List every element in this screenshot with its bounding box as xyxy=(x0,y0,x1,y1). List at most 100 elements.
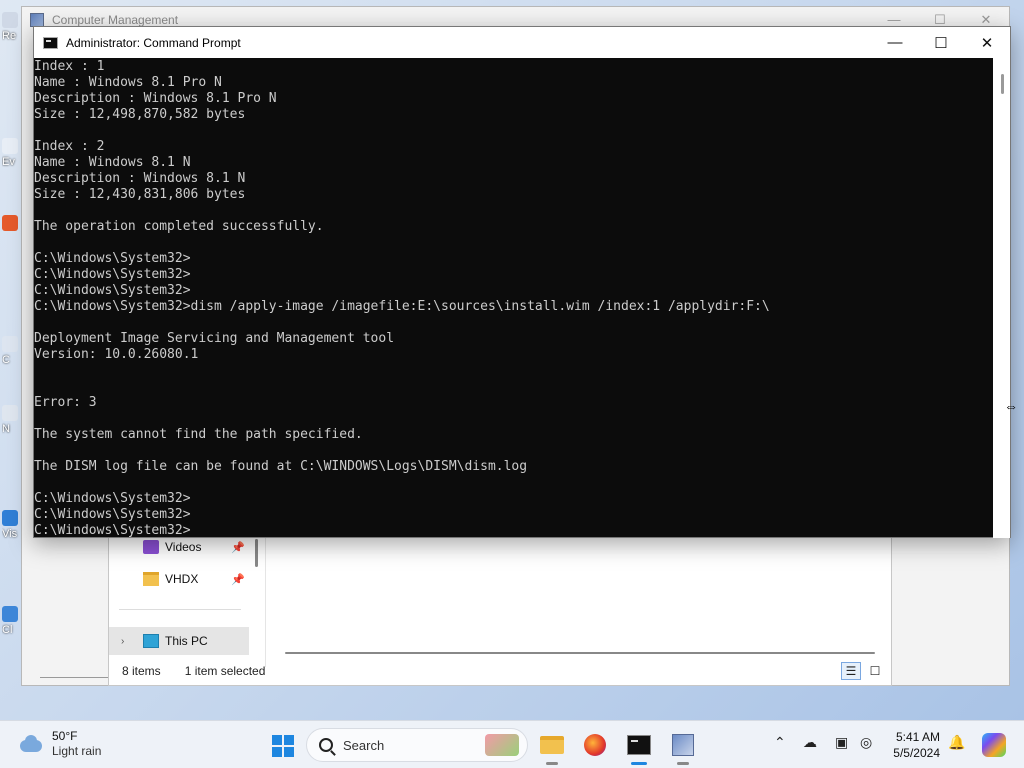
desktop-icon-event[interactable]: Ev xyxy=(2,138,22,168)
computer-icon xyxy=(143,634,159,648)
console-line: C:\Windows\System32> xyxy=(34,267,191,282)
desktop-icon-label: Vis xyxy=(2,528,18,540)
desktop-icon-label: N xyxy=(2,423,10,435)
start-button[interactable] xyxy=(272,735,294,757)
nav-item-label: This PC xyxy=(165,634,208,648)
console-line: Error: 3 xyxy=(34,395,97,410)
console-line: Index : 1 xyxy=(34,59,105,74)
console-line: The DISM log file can be found at C:\WIN… xyxy=(34,459,528,474)
console-line: The operation completed successfully. xyxy=(34,219,324,234)
search-highlight-icon xyxy=(485,734,519,756)
desktop-icon-label: Ev xyxy=(2,156,15,168)
console-line: C:\Windows\System32>dism /apply-image /i… xyxy=(34,299,770,314)
navigation-pane: Videos 📌 VHDX 📌 › This PC xyxy=(109,537,258,667)
nav-item-label: VHDX xyxy=(165,572,199,586)
pin-icon[interactable]: 📌 xyxy=(231,573,245,586)
nav-item-vhdx[interactable]: VHDX 📌 xyxy=(109,565,249,593)
date: 5/5/2024 xyxy=(893,746,940,760)
weather-condition: Light rain xyxy=(52,744,102,758)
taskbar-file-explorer[interactable] xyxy=(538,731,566,765)
onedrive-offline-icon[interactable]: ☁ xyxy=(803,734,817,751)
chevron-up-icon[interactable]: ⌃ xyxy=(774,734,786,751)
search-box[interactable]: Search xyxy=(306,728,528,762)
maximize-button[interactable]: ☐ xyxy=(918,27,964,58)
command-prompt-icon xyxy=(627,735,651,755)
console-line: Name : Windows 8.1 N xyxy=(34,155,191,170)
taskbar: 50°F Light rain Search ⌃ ☁ ▣ ◎ 5:41 AM 5… xyxy=(0,720,1024,768)
command-prompt-icon xyxy=(43,36,58,49)
console-output[interactable]: Index : 1 Name : Windows 8.1 Pro N Descrip… xyxy=(34,58,994,538)
console-line: C:\Windows\System32> xyxy=(34,251,191,266)
weather-temperature: 50°F xyxy=(52,729,78,743)
weather-widget[interactable]: 50°F Light rain xyxy=(18,729,101,759)
console-line: Version: 10.0.26080.1 xyxy=(34,347,199,362)
file-explorer-icon xyxy=(540,736,564,754)
videos-folder-icon xyxy=(143,540,159,554)
details-view-icon[interactable]: ☰ xyxy=(841,662,861,680)
volume-muted-icon[interactable]: ◎ xyxy=(860,734,872,751)
scrollbar-thumb[interactable] xyxy=(1001,74,1004,94)
window-title: Administrator: Command Prompt xyxy=(66,35,241,50)
taskbar-command-prompt[interactable] xyxy=(625,731,653,765)
chevron-right-icon[interactable]: › xyxy=(121,636,124,647)
nav-item-this-pc[interactable]: › This PC xyxy=(109,627,249,655)
item-count: 8 items xyxy=(122,664,161,678)
search-placeholder: Search xyxy=(343,737,385,753)
desktop-icon-c[interactable]: C xyxy=(2,336,22,366)
pane-divider[interactable] xyxy=(265,537,266,667)
desktop-icon-label: Re xyxy=(2,30,17,42)
desktop-icon-recycle-bin[interactable]: Re xyxy=(2,12,22,42)
desktop-icon-label: Cl xyxy=(2,624,13,636)
console-line: Description : Windows 8.1 N xyxy=(34,171,246,186)
console-line: Size : 12,498,870,582 bytes xyxy=(34,107,246,122)
time: 5:41 AM xyxy=(895,730,940,744)
tiles-view-icon[interactable]: ☐ xyxy=(865,662,885,680)
desktop-icon-cl[interactable]: Cl xyxy=(2,606,22,636)
vertical-scrollbar[interactable] xyxy=(993,58,1010,538)
status-bar: 8 items 1 item selected ☰ ☐ xyxy=(109,657,891,685)
nav-item-label: Videos xyxy=(165,540,202,554)
horizontal-scrollbar[interactable] xyxy=(285,652,875,654)
desktop-icon-n[interactable]: N xyxy=(2,405,22,435)
console-line: Name : Windows 8.1 Pro N xyxy=(34,75,222,90)
taskbar-firefox[interactable] xyxy=(581,731,609,759)
clock[interactable]: 5:41 AM 5/5/2024 xyxy=(880,729,940,761)
selection-count: 1 item selected xyxy=(184,664,266,678)
nav-separator xyxy=(119,609,241,610)
desktop-icon-label: C xyxy=(2,354,10,366)
nav-scrollbar[interactable] xyxy=(255,539,258,567)
console-line: The system cannot find the path specifie… xyxy=(34,427,363,442)
desktop-icon-visual[interactable]: Vis xyxy=(2,510,22,540)
file-explorer-window: Videos 📌 VHDX 📌 › This PC 8 items 1 item… xyxy=(108,536,892,686)
minimize-button[interactable]: — xyxy=(872,27,918,58)
desktop-icon-app[interactable] xyxy=(2,215,22,233)
network-icon[interactable]: ▣ xyxy=(835,734,848,751)
console-line: C:\Windows\System32> xyxy=(34,507,191,522)
console-line: C:\Windows\System32> xyxy=(34,283,191,298)
computer-management-icon xyxy=(30,13,44,27)
taskbar-computer-management[interactable] xyxy=(669,731,697,765)
scrollbar[interactable] xyxy=(40,677,110,678)
folder-icon xyxy=(143,572,159,586)
console-line: Size : 12,430,831,806 bytes xyxy=(34,187,246,202)
copilot-icon[interactable] xyxy=(982,733,1006,757)
close-button[interactable]: ✕ xyxy=(964,27,1010,58)
computer-management-icon xyxy=(672,734,694,756)
cloud-rain-icon xyxy=(18,734,44,754)
search-icon xyxy=(319,738,333,752)
console-line: C:\Windows\System32> xyxy=(34,491,191,506)
command-prompt-titlebar[interactable]: Administrator: Command Prompt — ☐ ✕ xyxy=(34,27,1010,58)
computer-management-title: Computer Management xyxy=(52,13,179,27)
pin-icon[interactable]: 📌 xyxy=(231,541,245,554)
firefox-icon xyxy=(584,734,606,756)
notification-bell-icon[interactable]: 🔔 xyxy=(948,734,965,751)
